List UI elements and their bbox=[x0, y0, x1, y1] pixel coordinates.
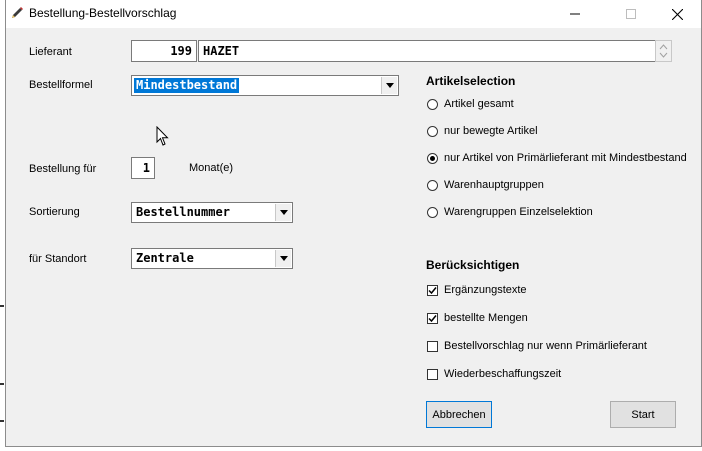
checkbox-label[interactable]: Ergänzungstexte bbox=[444, 284, 527, 296]
minimize-icon bbox=[570, 13, 580, 15]
radio-label[interactable]: Warengruppen Einzelselektion bbox=[444, 206, 593, 218]
bestellformel-dropdown[interactable]: Mindestbestand bbox=[131, 75, 399, 96]
checkbox-wiederbeschaffungszeit[interactable] bbox=[427, 369, 438, 380]
bestellung-fuer-field[interactable]: 1 bbox=[131, 157, 155, 179]
beruecksichtigen-heading: Berücksichtigen bbox=[426, 258, 520, 272]
standort-dropdown[interactable]: Zentrale bbox=[131, 248, 293, 269]
dropdown-arrow[interactable] bbox=[381, 77, 397, 94]
checkmark-icon bbox=[428, 287, 437, 295]
close-button[interactable] bbox=[654, 0, 700, 28]
bestellformel-label: Bestellformel bbox=[29, 79, 93, 91]
bestellung-fuer-label: Bestellung für bbox=[29, 163, 97, 175]
monat-label: Monat(e) bbox=[189, 162, 234, 174]
radio-warengruppen-einzelselektion[interactable] bbox=[427, 207, 438, 218]
sortierung-dropdown[interactable]: Bestellnummer bbox=[131, 202, 293, 223]
artikelselection-heading: Artikelselection bbox=[426, 74, 516, 88]
radio-label[interactable]: Artikel gesamt bbox=[444, 98, 514, 110]
chevron-down-icon bbox=[279, 256, 288, 261]
close-icon bbox=[671, 8, 683, 20]
radio-warenhauptgruppen[interactable] bbox=[427, 180, 438, 191]
radio-artikel-gesamt[interactable] bbox=[427, 99, 438, 110]
cancel-button[interactable]: Abbrechen bbox=[426, 401, 492, 428]
checkbox-label[interactable]: Bestellvorschlag nur wenn Primärlieferan… bbox=[444, 340, 647, 352]
checkmark-icon bbox=[428, 315, 437, 323]
lieferant-scrollbar[interactable] bbox=[655, 40, 672, 62]
radio-primaerlieferant-mindestbestand[interactable] bbox=[427, 153, 438, 164]
scroll-arrows-icon bbox=[659, 44, 668, 58]
mouse-cursor-icon bbox=[156, 126, 169, 146]
radio-label[interactable]: nur bewegte Artikel bbox=[444, 125, 538, 137]
sortierung-value: Bestellnummer bbox=[136, 205, 230, 219]
dialog-window: Bestellung-Bestellvorschlag Lieferant 19… bbox=[5, 0, 702, 447]
start-button[interactable]: Start bbox=[610, 401, 676, 428]
checkbox-ergaenzungstexte[interactable] bbox=[427, 285, 438, 296]
standort-value: Zentrale bbox=[136, 251, 194, 265]
chevron-down-icon bbox=[279, 210, 288, 215]
maximize-icon bbox=[626, 9, 636, 19]
checkbox-label[interactable]: Wiederbeschaffungszeit bbox=[444, 368, 561, 380]
radio-nur-bewegte-artikel[interactable] bbox=[427, 126, 438, 137]
lieferant-name-field[interactable]: HAZET bbox=[198, 40, 656, 62]
title-bar[interactable]: Bestellung-Bestellvorschlag bbox=[6, 0, 701, 28]
chevron-down-icon bbox=[385, 83, 394, 88]
dropdown-arrow[interactable] bbox=[275, 250, 291, 267]
checkbox-bestellte-mengen[interactable] bbox=[427, 313, 438, 324]
pencil-icon bbox=[12, 7, 23, 18]
maximize-button[interactable] bbox=[608, 0, 654, 28]
radio-label[interactable]: Warenhauptgruppen bbox=[444, 179, 544, 191]
minimize-button[interactable] bbox=[552, 0, 598, 28]
checkbox-label[interactable]: bestellte Mengen bbox=[444, 312, 528, 324]
bestellformel-value: Mindestbestand bbox=[132, 77, 241, 94]
lieferant-number-field[interactable]: 199 bbox=[131, 40, 197, 62]
standort-label: für Standort bbox=[29, 253, 87, 265]
radio-label[interactable]: nur Artikel von Primärlieferant mit Mind… bbox=[444, 152, 687, 164]
sortierung-label: Sortierung bbox=[29, 206, 80, 218]
dropdown-arrow[interactable] bbox=[275, 204, 291, 221]
checkbox-nur-primaerlieferant[interactable] bbox=[427, 341, 438, 352]
window-title: Bestellung-Bestellvorschlag bbox=[29, 6, 177, 20]
lieferant-label: Lieferant bbox=[29, 46, 72, 58]
